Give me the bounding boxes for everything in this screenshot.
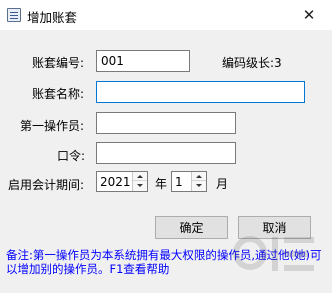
code-level-label: 编码级长:3 xyxy=(222,56,282,70)
year-spinner[interactable]: 2021 xyxy=(96,171,148,192)
password-field[interactable] xyxy=(96,142,236,164)
chevron-down-icon xyxy=(137,184,143,187)
year-up-button[interactable] xyxy=(133,172,147,181)
chevron-up-icon xyxy=(137,174,143,178)
accounting-period-label: 启用会计期间: xyxy=(8,178,85,192)
month-down-button[interactable] xyxy=(192,181,206,190)
close-button[interactable]: ✕ xyxy=(286,0,332,30)
year-value: 2021 xyxy=(100,175,131,189)
account-name-label: 账套名称: xyxy=(32,87,85,101)
month-value: 1 xyxy=(175,175,183,189)
ledger-icon xyxy=(7,8,21,22)
first-operator-field[interactable] xyxy=(96,112,236,134)
first-operator-label: 第一操作员: xyxy=(20,119,85,133)
ok-button[interactable]: 确定 xyxy=(155,216,228,239)
window-title: 增加账套 xyxy=(27,10,78,25)
chevron-down-icon xyxy=(196,184,202,187)
account-code-label: 账套编号: xyxy=(32,56,85,70)
close-icon: ✕ xyxy=(302,6,316,24)
chevron-up-icon xyxy=(196,174,202,178)
account-code-field[interactable]: 001 xyxy=(96,50,190,72)
year-down-button[interactable] xyxy=(133,181,147,190)
year-unit-label: 年 xyxy=(155,177,168,191)
month-spinner[interactable]: 1 xyxy=(171,171,207,192)
title-bar: 增加账套 ✕ xyxy=(0,0,332,30)
watermark-logo xyxy=(233,236,314,271)
month-up-button[interactable] xyxy=(192,172,206,181)
password-label: 口令: xyxy=(57,149,86,163)
month-unit-label: 月 xyxy=(216,177,229,191)
account-name-field[interactable] xyxy=(96,81,305,103)
